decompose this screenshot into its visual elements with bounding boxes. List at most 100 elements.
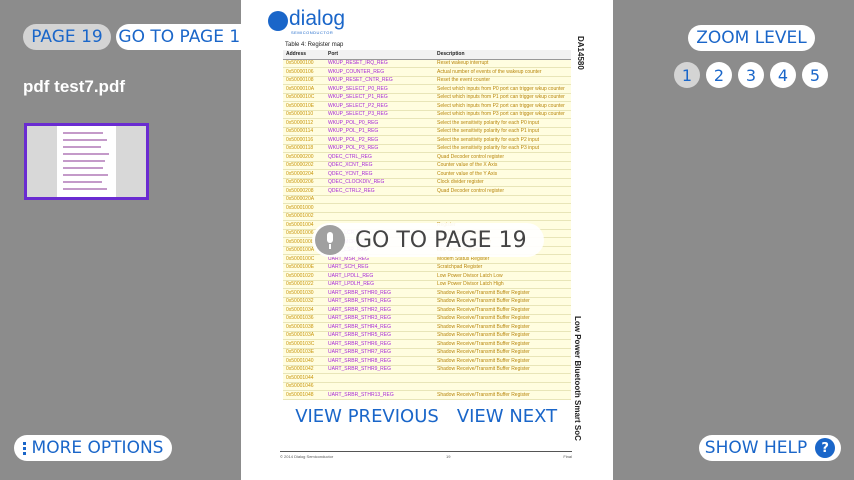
row-description: Select which inputs from P1 port can tri… bbox=[434, 93, 571, 102]
row-description: Shadow Receive/Transmit Buffer Register bbox=[434, 297, 571, 306]
row-port: UART_SRBR_STHR2_REG bbox=[325, 305, 434, 315]
view-previous-button[interactable]: VIEW PREVIOUS bbox=[295, 405, 439, 427]
page-footer: © 2014 Dialog Semiconductor 19 Final bbox=[280, 451, 572, 459]
row-port: WKUP_RESET_CNTR_REG bbox=[325, 76, 434, 85]
table-row: 0x50000206 QDEC_CLOCKDIV_REG Clock divider… bbox=[283, 178, 571, 187]
zoom-level-1-button[interactable]: 1 bbox=[674, 62, 700, 88]
row-port: UART_SRBR_STHR1_REG bbox=[325, 297, 434, 306]
zoom-level-2-button[interactable]: 2 bbox=[706, 62, 732, 88]
table-row: 0x5000100E UART_SCH_REG Scratchpad Registe… bbox=[283, 263, 571, 272]
row-address: 0x50000114 bbox=[283, 127, 325, 136]
row-port: QDEC_CLOCKDIV_REG bbox=[325, 178, 434, 187]
row-port: WKUP_SELECT_P3_REG bbox=[325, 110, 434, 119]
row-description: Shadow Receive/Transmit Buffer Register bbox=[434, 305, 571, 315]
row-port: WKUP_POL_P2_REG bbox=[325, 135, 434, 145]
row-address: 0x50000202 bbox=[283, 161, 325, 170]
row-address: 0x50001034 bbox=[283, 305, 325, 315]
table-row: 0x5000103C UART_SRBR_STHR6_REG Shadow Rece… bbox=[283, 339, 571, 349]
row-port: WKUP_POL_P3_REG bbox=[325, 144, 434, 153]
row-address: 0x50001042 bbox=[283, 365, 325, 374]
row-description: Shadow Receive/Transmit Buffer Register bbox=[434, 390, 571, 400]
zoom-level-4-button[interactable]: 4 bbox=[770, 62, 796, 88]
table-row: 0x5000103E UART_SRBR_STHR7_REG Shadow Rece… bbox=[283, 348, 571, 357]
row-port: UART_SRBR_STHR7_REG bbox=[325, 348, 434, 357]
row-address: 0x50001048 bbox=[283, 390, 325, 400]
row-port: WKUP_COUNTER_REG bbox=[325, 67, 434, 77]
row-port: UART_SRBR_STHR3_REG bbox=[325, 314, 434, 323]
row-port: WKUP_SELECT_P0_REG bbox=[325, 84, 434, 94]
zoom-level-5-button[interactable]: 5 bbox=[802, 62, 828, 88]
row-address: 0x50000108 bbox=[283, 76, 325, 85]
page-thumbnail[interactable] bbox=[24, 123, 149, 200]
row-description: Select which inputs from P3 port can tri… bbox=[434, 110, 571, 119]
row-address: 0x5000010C bbox=[283, 93, 325, 102]
table-row: 0x50001048 UART_SRBR_STHR13_REG Shadow Rec… bbox=[283, 390, 571, 400]
row-description: Quad Decoder control register bbox=[434, 186, 571, 196]
row-description: Counter value of the X Axis bbox=[434, 161, 571, 170]
zoom-level-3-button[interactable]: 3 bbox=[738, 62, 764, 88]
row-address: 0x50000116 bbox=[283, 135, 325, 145]
table-row: 0x50000118 WKUP_POL_P3_REG Select the sens… bbox=[283, 144, 571, 153]
row-port: WKUP_SELECT_P1_REG bbox=[325, 93, 434, 102]
row-description bbox=[434, 203, 571, 213]
row-description: Shadow Receive/Transmit Buffer Register bbox=[434, 288, 571, 298]
row-port: UART_LPDLL_REG bbox=[325, 271, 434, 281]
table-row: 0x50000106 WKUP_COUNTER_REG Actual number … bbox=[283, 67, 571, 77]
thumbnail-line bbox=[63, 132, 103, 134]
table-row: 0x50001020 UART_LPDLL_REG Low Power Diviso… bbox=[283, 271, 571, 281]
row-description: Select which inputs from P2 port can tri… bbox=[434, 101, 571, 111]
row-address: 0x50001032 bbox=[283, 297, 325, 306]
table-row: 0x50000108 WKUP_RESET_CNTR_REG Reset the e… bbox=[283, 76, 571, 85]
show-help-button[interactable]: SHOW HELP ? bbox=[699, 435, 841, 461]
table-row: 0x5000010A WKUP_SELECT_P0_REG Select which… bbox=[283, 84, 571, 94]
table-row: 0x50000200 QDEC_CTRL_REG Quad Decoder cont… bbox=[283, 152, 571, 162]
thumbnail-left-margin bbox=[27, 126, 57, 197]
table-row: 0x50000112 WKUP_POL_P0_REG Select the sens… bbox=[283, 118, 571, 128]
row-description: Shadow Receive/Transmit Buffer Register bbox=[434, 314, 571, 323]
row-description bbox=[434, 212, 571, 221]
document-side-title: Low Power Bluetooth Smart SoC bbox=[573, 316, 582, 441]
row-port: WKUP_POL_P0_REG bbox=[325, 118, 434, 128]
row-address: 0x5000103C bbox=[283, 339, 325, 349]
row-port: UART_SCH_REG bbox=[325, 263, 434, 272]
table-row: 0x50001032 UART_SRBR_STHR1_REG Shadow Rece… bbox=[283, 297, 571, 306]
thumbnail-right-margin bbox=[116, 126, 146, 197]
row-port: QDEC_XCNT_REG bbox=[325, 161, 434, 170]
thumbnail-line bbox=[63, 160, 105, 162]
row-address: 0x50000118 bbox=[283, 144, 325, 153]
row-description: Clock divider register bbox=[434, 178, 571, 187]
row-address: 0x50001044 bbox=[283, 373, 325, 383]
row-description: Select the sensitivity polarity for each… bbox=[434, 144, 571, 153]
row-description: Shadow Receive/Transmit Buffer Register bbox=[434, 339, 571, 349]
table-row: 0x5000010C WKUP_SELECT_P1_REG Select which… bbox=[283, 93, 571, 102]
row-address: 0x50000112 bbox=[283, 118, 325, 128]
row-port bbox=[325, 203, 434, 213]
table-row: 0x50001030 UART_SRBR_STHR0_REG Shadow Rece… bbox=[283, 288, 571, 298]
mic-icon bbox=[315, 225, 345, 255]
table-row: 0x50001036 UART_SRBR_STHR3_REG Shadow Rece… bbox=[283, 314, 571, 323]
row-description bbox=[434, 382, 571, 391]
footer-status: Final bbox=[563, 454, 572, 459]
row-port: WKUP_RESET_IRQ_REG bbox=[325, 59, 434, 68]
row-address: 0x5000010E bbox=[283, 101, 325, 111]
row-address: 0x5000103E bbox=[283, 348, 325, 357]
row-description: Low Power Divisor Latch Low bbox=[434, 271, 571, 281]
row-port: UART_SRBR_STHR13_REG bbox=[325, 390, 434, 400]
row-address: 0x5000103A bbox=[283, 331, 325, 340]
view-next-button[interactable]: VIEW NEXT bbox=[454, 405, 560, 427]
table-row: 0x50001000 bbox=[283, 203, 571, 213]
more-options-button[interactable]: MORE OPTIONS bbox=[14, 435, 172, 461]
row-port bbox=[325, 382, 434, 391]
row-description: Shadow Receive/Transmit Buffer Register bbox=[434, 348, 571, 357]
row-port: WKUP_SELECT_P2_REG bbox=[325, 101, 434, 111]
row-description: Low Power Divisor Latch High bbox=[434, 280, 571, 289]
row-address: 0x50001000 bbox=[283, 203, 325, 213]
row-description: Select the sensitivity polarity for each… bbox=[434, 118, 571, 128]
document-filename: pdf test7.pdf bbox=[23, 77, 125, 96]
row-description: Shadow Receive/Transmit Buffer Register bbox=[434, 322, 571, 332]
more-options-label: MORE OPTIONS bbox=[31, 438, 164, 458]
row-description: Select the sensitivity polarity for each… bbox=[434, 127, 571, 136]
row-address: 0x50001038 bbox=[283, 322, 325, 332]
dialog-logo: dialog SEMICONDUCTOR bbox=[268, 7, 345, 35]
row-address: 0x50000110 bbox=[283, 110, 325, 119]
